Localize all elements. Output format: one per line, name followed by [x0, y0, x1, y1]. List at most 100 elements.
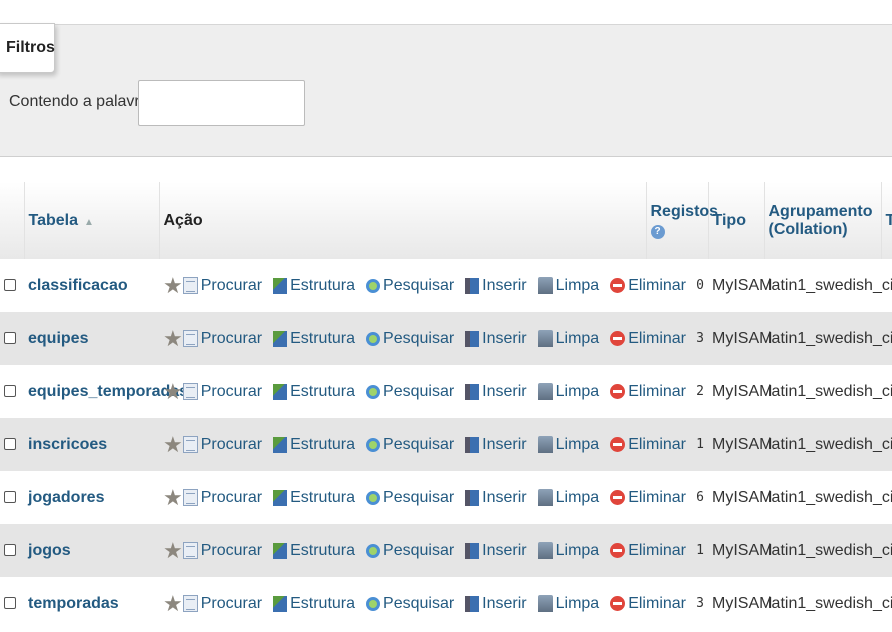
header-registos[interactable]: Registos ? — [646, 182, 718, 259]
table-name-link[interactable]: temporadas — [28, 595, 119, 612]
empty-icon — [537, 383, 553, 400]
row-collation: latin1_swedish_ci — [764, 259, 892, 312]
structure-link[interactable]: Estrutura — [273, 489, 355, 507]
browse-link[interactable]: Procurar — [182, 489, 262, 507]
insert-link[interactable]: Inserir — [465, 489, 527, 507]
row-checkbox[interactable] — [4, 385, 16, 398]
browse-icon — [182, 383, 198, 400]
drop-label: Eliminar — [628, 329, 686, 347]
insert-link[interactable]: Inserir — [465, 277, 527, 295]
sort-ascending-icon[interactable]: ▲ — [84, 217, 94, 228]
star-icon[interactable]: ★ — [163, 274, 183, 297]
help-icon[interactable]: ? — [650, 224, 665, 239]
search-link[interactable]: Pesquisar — [366, 383, 454, 401]
row-actions: ★ Procurar Estrutura Pesquisar Inserir L… — [163, 274, 686, 297]
row-checkbox[interactable] — [4, 544, 16, 557]
filters-panel: Filtros — [0, 23, 892, 157]
star-icon[interactable]: ★ — [163, 539, 183, 562]
drop-link[interactable]: Eliminar — [610, 542, 686, 560]
empty-link[interactable]: Limpa — [537, 330, 599, 348]
row-checkbox[interactable] — [4, 279, 16, 292]
header-next[interactable]: T — [881, 182, 892, 259]
browse-link[interactable]: Procurar — [182, 436, 262, 454]
star-icon[interactable]: ★ — [163, 592, 183, 615]
empty-label: Limpa — [555, 276, 600, 294]
drop-link[interactable]: Eliminar — [610, 277, 686, 295]
insert-icon — [465, 330, 480, 347]
row-engine: MyISAM — [708, 524, 772, 577]
browse-link[interactable]: Procurar — [182, 595, 262, 613]
search-link[interactable]: Pesquisar — [366, 436, 454, 454]
insert-link[interactable]: Inserir — [465, 383, 527, 401]
table-name-link[interactable]: classificacao — [28, 277, 128, 294]
drop-link[interactable]: Eliminar — [610, 436, 686, 454]
drop-link[interactable]: Eliminar — [610, 595, 686, 613]
star-icon[interactable]: ★ — [163, 327, 183, 350]
structure-icon — [273, 489, 288, 506]
browse-link[interactable]: Procurar — [182, 383, 262, 401]
header-tipo[interactable]: Tipo — [708, 182, 765, 259]
filter-text-input[interactable] — [138, 80, 305, 126]
structure-link[interactable]: Estrutura — [273, 542, 355, 560]
drop-link[interactable]: Eliminar — [610, 489, 686, 507]
search-icon — [366, 437, 381, 452]
row-checkbox[interactable] — [4, 438, 16, 451]
browse-link[interactable]: Procurar — [182, 542, 262, 560]
star-icon[interactable]: ★ — [163, 433, 183, 456]
empty-label: Limpa — [555, 382, 600, 400]
table-row: equipes_temporadas ★ Procurar Estrutura … — [0, 365, 892, 418]
header-registos-label[interactable]: Registos — [651, 203, 719, 220]
search-link[interactable]: Pesquisar — [366, 542, 454, 560]
structure-link[interactable]: Estrutura — [273, 383, 355, 401]
empty-link[interactable]: Limpa — [537, 489, 599, 507]
structure-icon — [273, 542, 288, 559]
structure-link[interactable]: Estrutura — [273, 595, 355, 613]
browse-icon — [182, 330, 198, 347]
insert-link[interactable]: Inserir — [465, 542, 527, 560]
empty-icon — [537, 489, 553, 506]
header-tabela[interactable]: Tabela ▲ — [24, 182, 160, 259]
search-link[interactable]: Pesquisar — [366, 277, 454, 295]
search-icon — [366, 278, 381, 293]
drop-link[interactable]: Eliminar — [610, 383, 686, 401]
drop-icon — [610, 596, 626, 611]
table-name-link[interactable]: jogadores — [28, 489, 104, 506]
drop-label: Eliminar — [628, 382, 686, 400]
structure-link[interactable]: Estrutura — [273, 436, 355, 454]
empty-link[interactable]: Limpa — [537, 382, 600, 401]
structure-link[interactable]: Estrutura — [273, 277, 355, 295]
search-link[interactable]: Pesquisar — [366, 489, 454, 507]
table-name-link[interactable]: inscricoes — [28, 436, 107, 453]
empty-link[interactable]: Limpa — [537, 594, 600, 613]
structure-link[interactable]: Estrutura — [273, 330, 355, 348]
table-row: temporadas ★ Procurar Estrutura Pesquisa… — [0, 577, 892, 630]
search-label: Pesquisar — [383, 329, 455, 347]
empty-link[interactable]: Limpa — [537, 436, 599, 454]
row-checkbox[interactable] — [4, 332, 16, 345]
search-label: Pesquisar — [383, 541, 455, 559]
header-tabela-label[interactable]: Tabela — [29, 212, 79, 229]
empty-link[interactable]: Limpa — [537, 542, 599, 560]
browse-link[interactable]: Procurar — [182, 277, 262, 295]
header-agrupamento[interactable]: Agrupamento (Collation) — [764, 182, 882, 259]
empty-link[interactable]: Limpa — [537, 276, 600, 295]
insert-label: Inserir — [482, 435, 527, 453]
search-link[interactable]: Pesquisar — [366, 330, 454, 348]
row-checkbox[interactable] — [4, 491, 16, 504]
table-name-link[interactable]: jogos — [28, 542, 71, 559]
insert-link[interactable]: Inserir — [465, 435, 527, 454]
insert-link[interactable]: Inserir — [465, 595, 527, 613]
browse-link[interactable]: Procurar — [182, 330, 262, 348]
filter-label: Contendo a palavra: — [9, 93, 154, 110]
table-row: equipes ★ Procurar Estrutura Pesquisar I… — [0, 312, 892, 365]
empty-label: Limpa — [555, 594, 600, 612]
drop-link[interactable]: Eliminar — [610, 330, 686, 348]
star-icon[interactable]: ★ — [163, 380, 183, 403]
insert-label: Inserir — [482, 329, 527, 347]
row-checkbox[interactable] — [4, 597, 16, 610]
search-link[interactable]: Pesquisar — [366, 595, 454, 613]
insert-link[interactable]: Inserir — [465, 329, 527, 348]
row-checkbox-cell — [0, 471, 24, 524]
table-name-link[interactable]: equipes — [28, 330, 88, 347]
star-icon[interactable]: ★ — [163, 486, 183, 509]
